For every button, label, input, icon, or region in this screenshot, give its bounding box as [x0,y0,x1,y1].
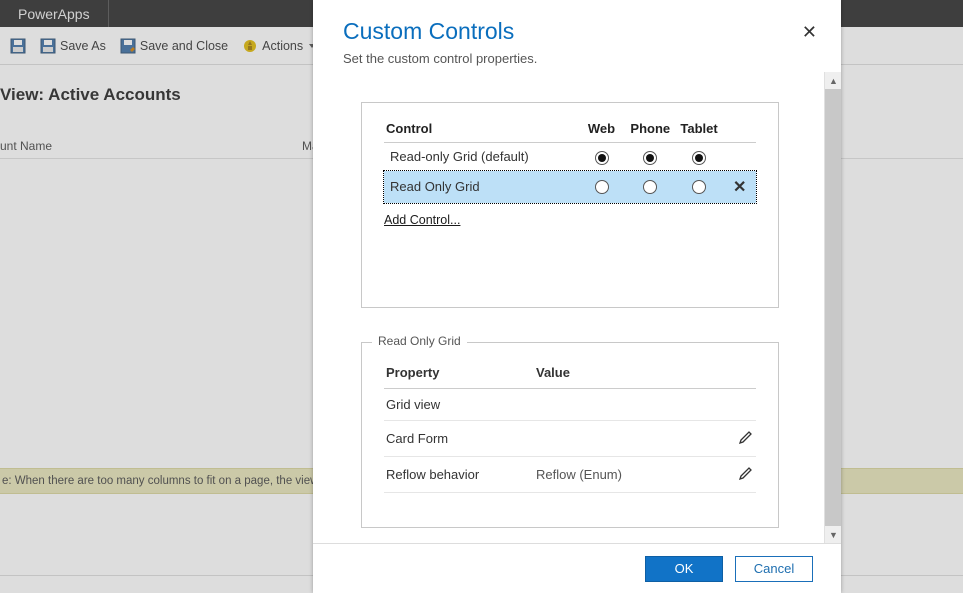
property-name: Reflow behavior [384,456,534,492]
properties-table: Property Value Grid view Card Form [384,361,756,493]
add-control-link[interactable]: Add Control... [384,213,460,227]
radio-web[interactable] [595,151,609,165]
edit-icon[interactable] [738,465,754,481]
cancel-button[interactable]: Cancel [735,556,813,582]
control-label[interactable]: Read-only Grid (default) [384,143,577,171]
properties-header-property: Property [384,361,534,389]
controls-header-phone: Phone [626,117,675,143]
controls-panel: Control Web Phone Tablet Read-only Grid … [361,102,779,308]
controls-header-tablet: Tablet [675,117,724,143]
properties-legend: Read Only Grid [372,334,467,348]
controls-table: Control Web Phone Tablet Read-only Grid … [384,117,756,203]
radio-phone[interactable] [643,180,657,194]
dialog-body: Control Web Phone Tablet Read-only Grid … [313,72,841,543]
remove-control-icon[interactable]: ✕ [733,179,746,196]
radio-tablet[interactable] [692,151,706,165]
dialog-subtitle: Set the custom control properties. [343,51,811,66]
property-name: Grid view [384,388,534,420]
property-value [534,388,730,420]
property-value [534,420,730,456]
dialog-scrollbar[interactable]: ▲ ▼ [824,72,841,543]
edit-icon[interactable] [738,429,754,445]
controls-row: Read-only Grid (default) [384,143,756,171]
control-label[interactable]: Read Only Grid [384,171,577,203]
radio-phone[interactable] [643,151,657,165]
property-row: Grid view [384,388,756,420]
property-row: Card Form [384,420,756,456]
controls-header-control: Control [384,117,577,143]
property-value: Reflow (Enum) [534,456,730,492]
scroll-thumb[interactable] [825,89,841,526]
controls-row-selected: Read Only Grid ✕ [384,171,756,203]
dialog-title: Custom Controls [343,18,811,45]
dialog-header: Custom Controls Set the custom control p… [313,0,841,72]
dialog-footer: OK Cancel [313,543,841,593]
properties-header-value: Value [534,361,730,389]
properties-panel: Read Only Grid Property Value Grid view [361,342,779,528]
ok-button[interactable]: OK [645,556,723,582]
close-icon[interactable]: ✕ [802,22,817,43]
controls-header-web: Web [577,117,626,143]
property-name: Card Form [384,420,534,456]
radio-tablet[interactable] [692,180,706,194]
scroll-up-icon[interactable]: ▲ [825,72,841,89]
scroll-down-icon[interactable]: ▼ [825,526,841,543]
custom-controls-dialog: Custom Controls Set the custom control p… [313,0,841,593]
radio-web[interactable] [595,180,609,194]
property-row: Reflow behavior Reflow (Enum) [384,456,756,492]
